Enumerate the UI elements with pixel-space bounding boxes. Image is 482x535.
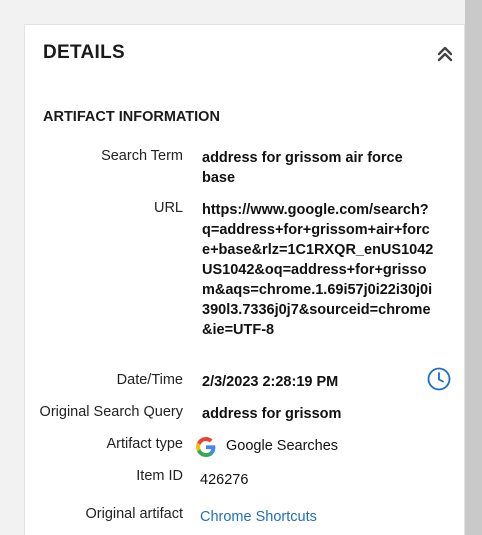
artifact-type-value: Google Searches	[226, 438, 339, 454]
clock-icon[interactable]	[427, 367, 451, 391]
date-time-label: Date/Time	[116, 372, 183, 388]
scrollbar[interactable]	[465, 0, 482, 535]
date-time-value: 2/3/2023 2:28:19 PM	[202, 374, 339, 390]
original-search-query-value: address for grissom	[202, 406, 342, 422]
original-artifact-link[interactable]: Chrome Shortcuts	[200, 507, 432, 527]
url-label: URL	[153, 200, 183, 216]
google-icon	[196, 437, 216, 457]
search-term-value: address for grissom air force base	[202, 150, 403, 186]
details-panel: DETAILS ARTIFACT INFORMATION Search Term…	[24, 24, 465, 535]
panel-title: DETAILS	[43, 42, 125, 63]
artifact-type-label: Artifact type	[106, 436, 183, 452]
item-id-value: 426276	[200, 472, 249, 488]
page: DETAILS ARTIFACT INFORMATION Search Term…	[0, 0, 482, 535]
section-title: ARTIFACT INFORMATION	[43, 109, 220, 125]
original-artifact-label: Original artifact	[85, 506, 183, 522]
url-value: https://www.google.com/search?q=address+…	[202, 202, 434, 338]
original-search-query-label: Original Search Query	[39, 404, 183, 420]
scrollbar-thumb[interactable]	[465, 0, 482, 535]
item-id-label: Item ID	[136, 468, 183, 484]
collapse-button[interactable]	[435, 44, 455, 64]
search-term-label: Search Term	[101, 148, 183, 164]
chevrons-up-icon	[437, 46, 453, 62]
